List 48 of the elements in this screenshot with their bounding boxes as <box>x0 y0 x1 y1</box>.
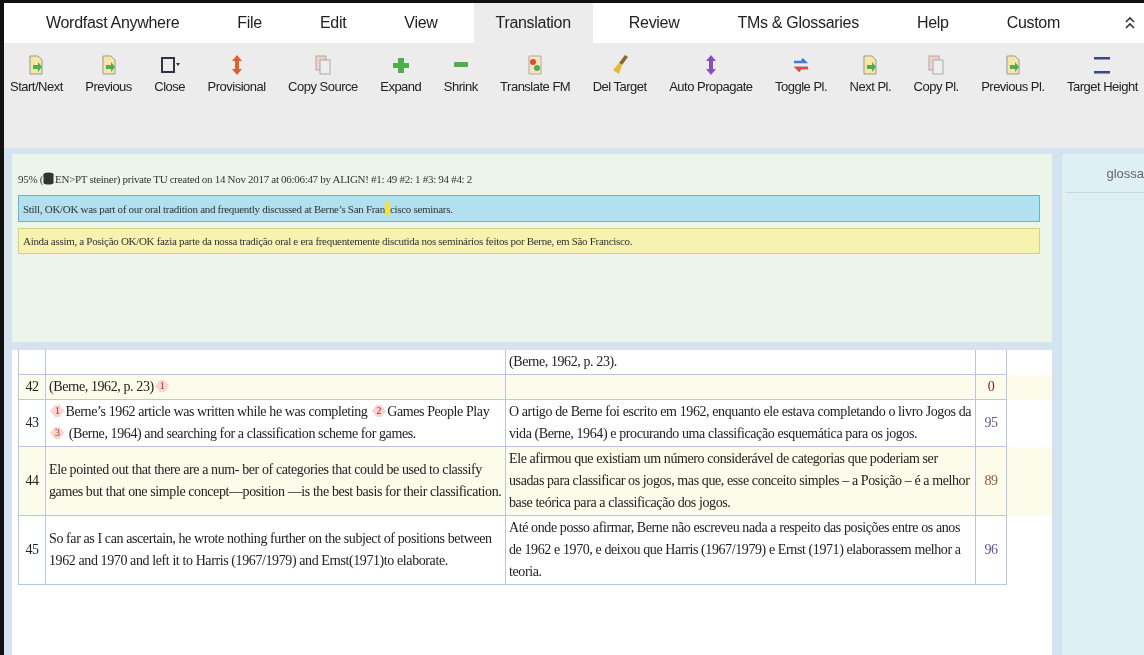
menu-tab[interactable]: Translation <box>473 3 593 43</box>
menu-tab[interactable]: Wordfast Anywhere <box>24 3 202 43</box>
target-segment[interactable]: Ainda assim, a Posição OK/OK fazia parte da nossa tradição oral e era frequentemente discutida nos seminários feitos por Berne, em São Francisco. <box>18 228 1040 254</box>
match-info: 95% ( EN>PT steiner) private TU created on 14 Nov 2017 at 06:06:47 by ALIGN! #1: 49 #2: 1 #3: 94 #4: 2 <box>18 171 473 187</box>
match-score: 96 <box>976 516 1007 585</box>
panel-title: glossa <box>1106 165 1144 181</box>
source-text: (Berne, 1964) and searching for a classification scheme for games. <box>67 426 416 441</box>
toolbar-button[interactable]: Expand <box>378 53 424 94</box>
toolbar-button[interactable]: Copy Source <box>286 53 360 94</box>
database-icon <box>43 172 55 185</box>
source-text: (Berne, 1962, p. 23) <box>49 379 154 394</box>
table-row[interactable]: 42 (Berne, 1962, p. 23) 1 0 <box>18 375 1052 400</box>
source-text: Ele pointed out that there are a num- ber of categories that could be used to classify games but that one simple concept—position —is the best basis for their classification. <box>49 462 502 499</box>
source-text: So far as I can ascertain, he wrote nothing further on the subject of positions between 1962 and 1970 and left it to Harris (1967/1979) and Ernst(1971)to elaborate. <box>49 531 492 568</box>
toolbar-button[interactable]: Previous Pl. <box>979 53 1047 94</box>
minus-icon <box>453 62 468 67</box>
source-segment[interactable]: Still, OK/OK was part of our oral tradition and frequently discussed at Berne’s San Fran cisco seminars. <box>18 195 1040 222</box>
toolbar-button[interactable]: Previous <box>83 53 134 94</box>
source-cell[interactable]: So far as I can ascertain, he wrote nothing further on the subject of positions between 1962 and 1970 and left it to Harris (1967/1979) and Ernst(1971)to elaborate. <box>46 516 506 585</box>
target-cell[interactable]: Até onde posso afirmar, Berne não escreveu nada a respeito das posições entre os anos de 1962 e 1970, e deixou que Harris (1967/1979) e Ernst (1971) elaborassem melhor a teoria. <box>506 516 976 585</box>
toolbar-button[interactable]: Translate FM <box>498 53 573 94</box>
toolbar-button[interactable]: Toggle Pl. <box>773 53 830 94</box>
table-row[interactable] <box>18 447 1052 516</box>
tag-marker: 1 <box>50 405 65 417</box>
menu-tab[interactable]: Review <box>606 3 702 43</box>
toolbar-button[interactable]: Provisional <box>205 53 268 94</box>
menu-tab[interactable]: TMs & Glossaries <box>715 3 881 43</box>
collapse-icon[interactable] <box>1123 16 1136 30</box>
menu-tab[interactable]: File <box>215 3 284 43</box>
tag-marker: 1 <box>154 380 170 392</box>
tag-marker: 3 <box>50 427 65 439</box>
tag-marker: 2 <box>371 405 387 417</box>
menu-tab[interactable]: View <box>382 3 460 43</box>
toolbar-button[interactable]: Del Target <box>590 53 649 94</box>
toolbar-button[interactable]: Close <box>152 53 188 94</box>
source-text: Games People Play <box>387 404 490 419</box>
source-text: Berne’s 1962 article was written while he was completing <box>65 404 369 419</box>
toolbar-button[interactable]: Next Pl. <box>847 53 894 94</box>
toolbar-button[interactable]: Target Height <box>1065 53 1140 94</box>
menu-tab[interactable]: Help <box>894 3 971 43</box>
menu-tab[interactable]: Custom <box>984 3 1082 43</box>
toolbar-button[interactable]: Auto Propagate <box>667 53 755 94</box>
toolbar-button[interactable]: Copy Pl. <box>911 53 961 94</box>
segment-number: 45 <box>18 516 46 585</box>
menu-tab[interactable]: Edit <box>297 3 369 43</box>
toolbar-button[interactable]: Start/Next <box>8 53 65 94</box>
toolbar-button[interactable]: Shrink <box>441 53 480 94</box>
text-cursor <box>384 202 390 215</box>
